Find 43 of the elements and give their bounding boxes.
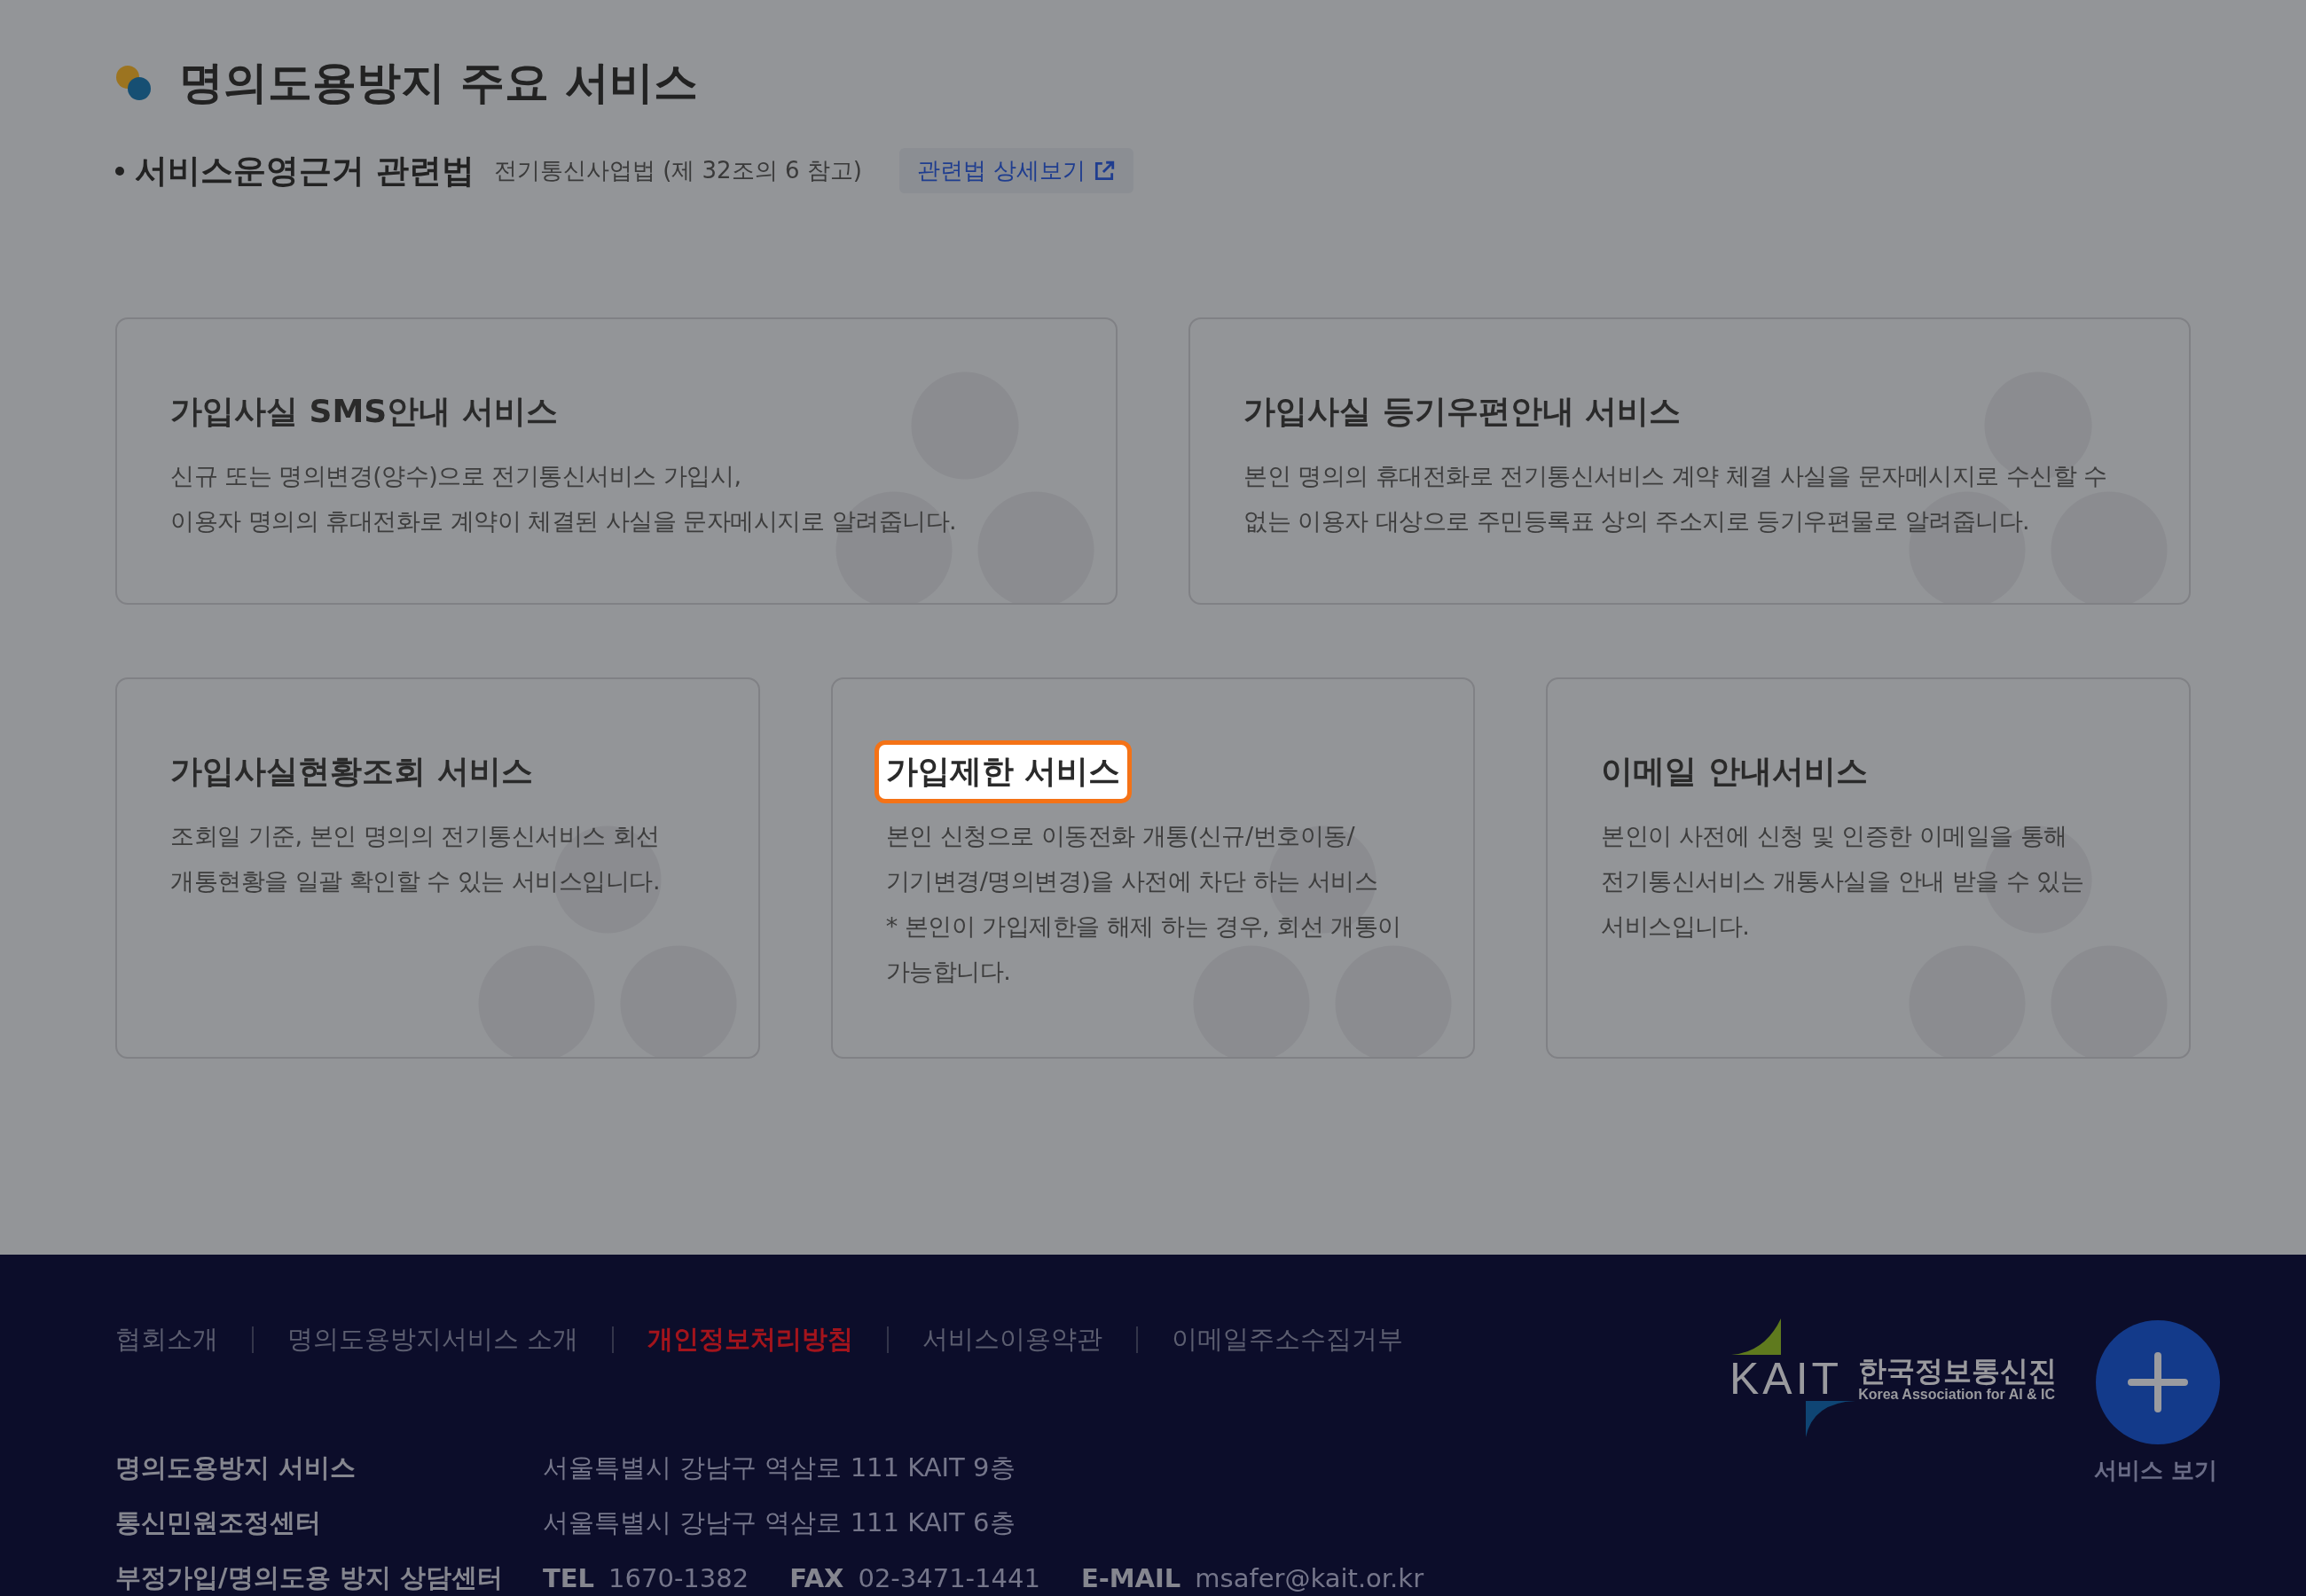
logo-wordmark: KAIT (1730, 1357, 1843, 1402)
card-title: 가입사실현황조회 서비스 (170, 752, 533, 791)
address-text: 서울특별시 강남구 역삼로 111 KAIT 6층 (543, 1506, 1016, 1539)
service-card[interactable]: 가입사실 등기우편안내 서비스 본인 명의의 휴대전화로 전기통신서비스 계약 체결 사실을 문자메시지로 수신할 수 없는 이용자 대상으로 주민등록표 상의 주소지로 등기우편물로 알려줍니다. (1188, 317, 2191, 605)
fab-label: 서비스 보기 (2093, 1455, 2217, 1485)
service-card[interactable]: 가입제한 서비스 본인 신청으로 이동전화 개통(신규/번호이동/ 기기변경/명의변경)을 사전에 차단 하는 서비스 * 본인이 가입제한을 해제 하는 경우, 회선 개통이 가능합니다. (830, 677, 1476, 1059)
card-title: 가입사실 SMS안내 서비스 (170, 392, 558, 431)
external-link-icon (1093, 159, 1117, 183)
footer-link[interactable]: 명의도용방지서비스 소개 (287, 1321, 579, 1357)
contact-value: 1670-1382 (608, 1563, 749, 1593)
logo-subtitle: Korea Association for AI & IC (1858, 1387, 2057, 1403)
card-description: 신규 또는 명의변경(양수)으로 전기통신서비스 가입시, 이용자 명의의 휴대전화로 계약이 체결된 사실을 문자메시지로 알려줍니다. (170, 461, 958, 536)
address-text: 서울특별시 강남구 역삼로 111 KAIT 9층 (543, 1451, 1016, 1484)
card-title: 가입사실 등기우편안내 서비스 (1243, 392, 1682, 431)
bullet-icon (115, 166, 124, 176)
footer-link[interactable]: 협회소개 (115, 1321, 218, 1357)
info-label: 부정가입/명의도용 방지 상담센터 (115, 1561, 504, 1594)
contact-label: TEL (543, 1563, 595, 1593)
card-description: 본인 신청으로 이동전화 개통(신규/번호이동/ 기기변경/명의변경)을 사전에 차단 하는 서비스 * 본인이 가입제한을 해제 하는 경우, 회선 개통이 가능합니다. (885, 821, 1402, 987)
card-title: 가입제한 서비스 (874, 740, 1133, 803)
law-reference: 전기통신사업법 (제 32조의 6 참고) (493, 156, 862, 185)
logo-name: 한국정보통신진 (1858, 1355, 2058, 1387)
card-description: 조회일 기준, 본인 명의의 전기통신서비스 회선 개통현황을 일괄 확인할 수 있는 서비스입니다. (170, 821, 661, 896)
footer-link[interactable]: 이메일주소수집거부 (1172, 1321, 1404, 1357)
contact-label: FAX (789, 1563, 844, 1593)
law-detail-link[interactable]: 관련법 상세보기 (898, 148, 1134, 193)
info-label: 통신민원조정센터 (115, 1506, 322, 1539)
service-card[interactable]: 가입사실 SMS안내 서비스 신규 또는 명의변경(양수)으로 전기통신서비스 가입시, 이용자 명의의 휴대전화로 계약이 체결된 사실을 문자메시지로 알려줍니다. (115, 317, 1118, 605)
footer-link[interactable]: 서비스이용약관 (922, 1321, 1103, 1357)
contact-value: msafer@kait.or.kr (1195, 1563, 1424, 1593)
plus-icon (2127, 1350, 2189, 1413)
law-label: 서비스운영근거 관련법 (135, 150, 475, 192)
service-card[interactable]: 가입사실현황조회 서비스 조회일 기준, 본인 명의의 전기통신서비스 회선 개통현황을 일괄 확인할 수 있는 서비스입니다. (115, 677, 760, 1059)
contact-value: 02-3471-1441 (858, 1563, 1040, 1593)
card-title: 이메일 안내서비스 (1601, 752, 1868, 791)
card-description: 본인이 사전에 신청 및 인증한 이메일을 통해 전기통신서비스 개통사실을 안내 받을 수 있는 서비스입니다. (1601, 821, 2085, 942)
dots-icon (115, 64, 153, 102)
service-card[interactable]: 이메일 안내서비스 본인이 사전에 신청 및 인증한 이메일을 통해 전기통신서비스 개통사실을 안내 받을 수 있는 서비스입니다. (1546, 677, 2191, 1059)
info-label: 명의도용방지 서비스 (115, 1451, 357, 1484)
contact-label: E-MAIL (1080, 1563, 1181, 1593)
card-description: 본인 명의의 휴대전화로 전기통신서비스 계약 체결 사실을 문자메시지로 수신할 수 없는 이용자 대상으로 주민등록표 상의 주소지로 등기우편물로 알려줍니다. (1243, 461, 2108, 536)
page-title: 명의도용방지 주요 서비스 (179, 56, 698, 110)
footer-link[interactable]: 개인정보처리방침 (647, 1321, 854, 1357)
